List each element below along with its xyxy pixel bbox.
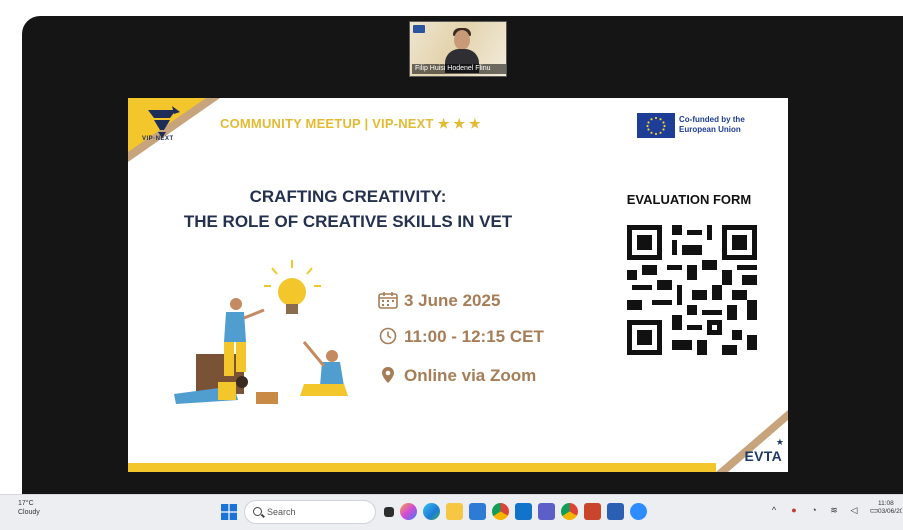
calendar-icon bbox=[378, 292, 398, 309]
chrome-profile-icon[interactable] bbox=[561, 503, 578, 520]
taskbar-search-placeholder: Search bbox=[267, 507, 296, 517]
zoom-icon[interactable] bbox=[630, 503, 647, 520]
edge-icon[interactable] bbox=[423, 503, 440, 520]
system-tray: ^ ● ◔ ≋ ◁ ▭ bbox=[768, 504, 880, 516]
slide-title-line-2: THE ROLE OF CREATIVE SKILLS IN VET bbox=[183, 212, 513, 231]
taskbar: 17°C Cloudy Search ^ ● ◔ ≋ ◁ ▭ 11:08 03/… bbox=[0, 494, 903, 530]
clock-icon bbox=[379, 327, 397, 345]
search-icon bbox=[253, 507, 262, 516]
shared-slide: VIP·NEXT COMMUNITY MEETUP | VIP-NEXT ★ ★ … bbox=[128, 98, 788, 472]
event-location: Online via Zoom bbox=[404, 366, 537, 385]
task-view-icon[interactable] bbox=[384, 507, 394, 517]
participant-face bbox=[454, 30, 470, 50]
slide-title-line-1: CRAFTING CREATIVITY: bbox=[249, 187, 447, 206]
taskbar-clock[interactable]: 11:08 03/06/2025 bbox=[878, 500, 902, 516]
vip-next-logo-text: VIP·NEXT bbox=[142, 136, 174, 142]
powerpoint-icon[interactable] bbox=[584, 503, 601, 520]
evaluation-form-label: EVALUATION FORM bbox=[626, 192, 752, 207]
network-icon[interactable]: ◔ bbox=[808, 504, 820, 516]
event-time: 11:00 - 12:15 CET bbox=[404, 327, 544, 346]
participant-video-tile[interactable]: Filip Huisi Hodenel Flinu bbox=[409, 21, 507, 77]
file-explorer-icon[interactable] bbox=[446, 503, 463, 520]
person-sitting-right bbox=[300, 341, 348, 396]
eu-cofunded-label: Co-funded by the European Union bbox=[679, 115, 745, 134]
volume-icon[interactable]: ◁ bbox=[848, 504, 860, 516]
evta-star-icon: ★ bbox=[775, 437, 784, 447]
taskbar-apps bbox=[384, 503, 647, 520]
meetup-label: COMMUNITY MEETUP | VIP-NEXT bbox=[220, 116, 434, 131]
weather-widget[interactable]: 17°C Cloudy bbox=[18, 499, 58, 517]
event-date-row: 3 June 2025 bbox=[378, 291, 500, 311]
store-icon[interactable] bbox=[469, 503, 486, 520]
teams-icon[interactable] bbox=[538, 503, 555, 520]
creative-team-illustration bbox=[174, 260, 348, 404]
qr-code[interactable] bbox=[627, 224, 757, 356]
security-icon[interactable]: ● bbox=[788, 504, 800, 516]
chevron-up-icon[interactable]: ^ bbox=[768, 504, 780, 516]
taskbar-search-box[interactable]: Search bbox=[244, 500, 376, 524]
chrome-icon[interactable] bbox=[492, 503, 509, 520]
event-date: 3 June 2025 bbox=[404, 291, 501, 310]
flag-icon bbox=[413, 25, 425, 33]
eu-flag-icon bbox=[637, 113, 675, 138]
wifi-icon[interactable]: ≋ bbox=[828, 504, 840, 516]
slide-title: CRAFTING CREATIVITY: THE ROLE OF CREATIV… bbox=[178, 184, 518, 234]
copilot-icon[interactable] bbox=[400, 503, 417, 520]
event-location-row: Online via Zoom bbox=[378, 366, 536, 386]
participant-name-label: Filip Huisi Hodenel Flinu bbox=[412, 64, 506, 74]
location-pin-icon bbox=[382, 367, 394, 383]
word-icon[interactable] bbox=[607, 503, 624, 520]
stars-icon: ★ ★ ★ bbox=[437, 116, 481, 131]
event-time-row: 11:00 - 12:15 CET bbox=[378, 327, 544, 347]
person-standing bbox=[224, 298, 265, 376]
outlook-icon[interactable] bbox=[515, 503, 532, 520]
slide-bottom-bar bbox=[128, 463, 716, 472]
lightbulb-icon bbox=[264, 260, 321, 314]
evta-logo: EVTA bbox=[744, 448, 782, 464]
windows-start-icon[interactable] bbox=[221, 504, 237, 520]
meetup-heading: COMMUNITY MEETUP | VIP-NEXT ★ ★ ★ bbox=[220, 116, 481, 132]
